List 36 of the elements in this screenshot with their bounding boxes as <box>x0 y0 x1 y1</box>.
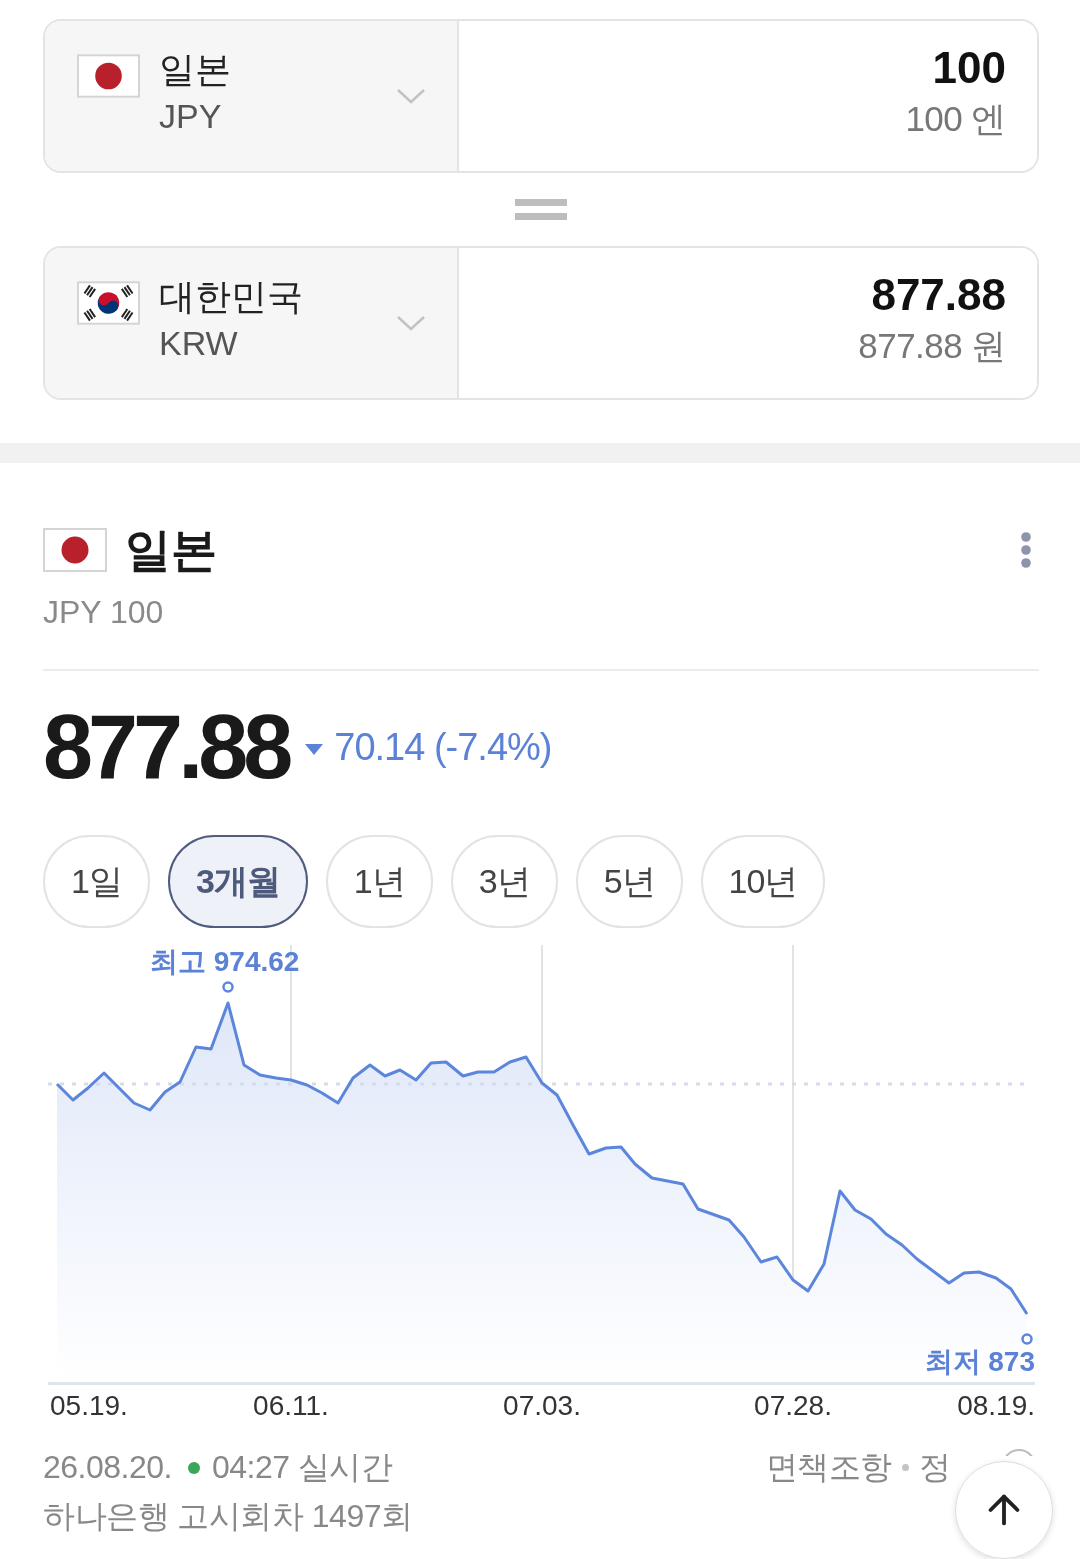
footer-link[interactable]: 면책조항 <box>765 1443 892 1492</box>
currency-select[interactable]: 대한민국 KRW <box>45 248 459 398</box>
update-time: 04:27 실시간 <box>211 1448 393 1487</box>
more-menu-icon[interactable] <box>1020 532 1032 568</box>
date-label: 05.19. <box>50 1389 128 1423</box>
high-marker-icon <box>222 981 234 993</box>
period-tab[interactable]: 1년 <box>325 835 433 928</box>
chevron-down-icon <box>396 315 426 331</box>
period-tab[interactable]: 3년 <box>450 835 558 928</box>
period-tab[interactable]: 1일 <box>43 835 150 928</box>
country-title: 일본 <box>125 523 217 577</box>
equals-icon <box>515 199 567 220</box>
japan-flag-icon <box>77 54 140 98</box>
notice-round: 하나은행 고시회차 1497회 <box>43 1497 413 1536</box>
period-tab[interactable]: 10년 <box>700 835 826 928</box>
scroll-top-button[interactable] <box>955 1461 1053 1559</box>
exchange-rate: 877.88 <box>43 697 289 797</box>
date-label: 07.03. <box>503 1389 581 1423</box>
update-date: 26.08.20. <box>43 1448 172 1487</box>
high-value-label: 최고 974.62 <box>150 945 300 979</box>
date-label: 08.19. <box>957 1389 1035 1423</box>
low-value-label: 최저 873 <box>924 1345 1035 1379</box>
footer-link[interactable]: 정 <box>918 1443 950 1492</box>
currency-select[interactable]: 일본 JPY <box>45 21 459 171</box>
separator-dot-icon <box>901 1464 909 1471</box>
low-marker-icon <box>1021 1333 1033 1345</box>
japan-flag-icon <box>43 528 107 572</box>
period-tab[interactable]: 3개월 <box>167 835 308 928</box>
chevron-down-icon <box>396 88 426 104</box>
circle-outline-icon[interactable] <box>1005 1449 1033 1456</box>
rate-change: 70.14 (-7.4%) <box>334 725 552 770</box>
currency-unit: JPY 100 <box>43 593 164 632</box>
date-label: 06.11. <box>253 1389 329 1423</box>
date-label: 07.28. <box>754 1389 832 1423</box>
period-tab[interactable]: 5년 <box>575 835 683 928</box>
korea-flag-icon <box>77 281 140 325</box>
